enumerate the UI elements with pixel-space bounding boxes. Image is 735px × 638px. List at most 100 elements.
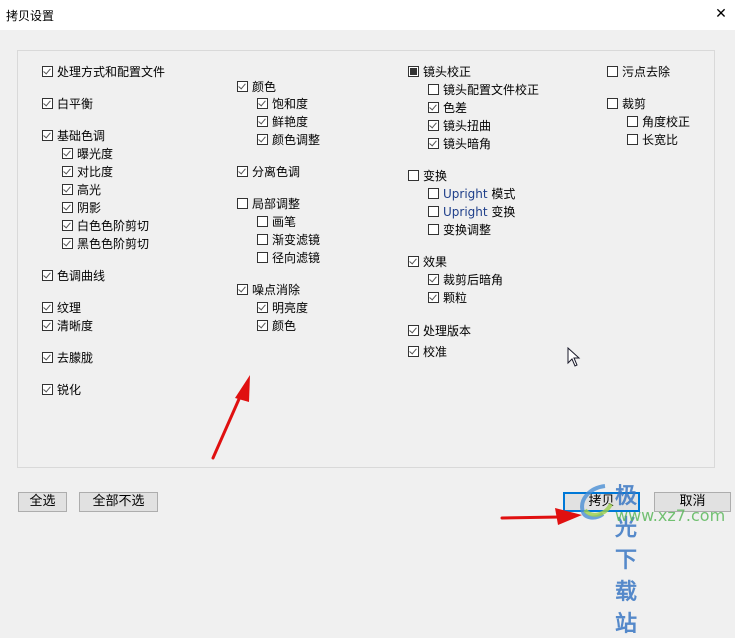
checkbox-checked-icon[interactable] (62, 183, 73, 195)
option-checkbox[interactable]: 分离色调 (237, 163, 300, 179)
checkbox-checked-icon[interactable] (42, 383, 53, 395)
option-checkbox[interactable]: 径向滤镜 (257, 249, 320, 265)
checkbox-unchecked-icon[interactable] (257, 233, 268, 245)
checkbox-unchecked-icon[interactable] (607, 65, 618, 77)
option-label: 校准 (423, 344, 448, 359)
option-checkbox[interactable]: 变换调整 (428, 221, 491, 237)
checkbox-checked-icon[interactable] (237, 80, 248, 92)
checkbox-unchecked-icon[interactable] (627, 115, 638, 127)
option-checkbox[interactable]: 白色色阶剪切 (62, 217, 149, 233)
checkbox-checked-icon[interactable] (257, 115, 268, 127)
option-checkbox[interactable]: 镜头校正 (408, 63, 471, 79)
checkbox-checked-icon[interactable] (62, 201, 73, 213)
option-checkbox[interactable]: Upright 模式 (428, 185, 515, 201)
checkbox-unchecked-icon[interactable] (627, 133, 638, 145)
checkbox-checked-icon[interactable] (257, 301, 268, 313)
checkbox-checked-icon[interactable] (237, 283, 248, 295)
checkbox-checked-icon[interactable] (42, 351, 53, 363)
option-checkbox[interactable]: 画笔 (257, 213, 296, 229)
select-all-button[interactable]: 全选 (18, 492, 67, 512)
option-checkbox[interactable]: 颗粒 (428, 289, 467, 305)
option-checkbox[interactable]: 去朦胧 (42, 349, 93, 365)
checkbox-checked-icon[interactable] (257, 133, 268, 145)
checkbox-checked-icon[interactable] (408, 324, 419, 336)
option-label: 效果 (423, 254, 448, 269)
option-checkbox[interactable]: 角度校正 (627, 113, 690, 129)
option-checkbox[interactable]: 锐化 (42, 381, 81, 397)
option-label: 镜头校正 (423, 64, 472, 79)
close-icon[interactable]: ✕ (713, 5, 729, 23)
checkbox-unchecked-icon[interactable] (257, 251, 268, 263)
option-checkbox[interactable]: 效果 (408, 253, 447, 269)
option-checkbox[interactable]: 校准 (408, 343, 447, 359)
option-checkbox[interactable]: 处理方式和配置文件 (42, 63, 165, 79)
option-checkbox[interactable]: 曝光度 (62, 145, 113, 161)
checkbox-checked-icon[interactable] (408, 345, 419, 357)
checkbox-checked-icon[interactable] (257, 319, 268, 331)
option-checkbox[interactable]: 镜头配置文件校正 (428, 81, 539, 97)
option-checkbox[interactable]: 阴影 (62, 199, 101, 215)
option-checkbox[interactable]: Upright 变换 (428, 203, 515, 219)
checkbox-checked-icon[interactable] (42, 319, 53, 331)
option-label: 分离色调 (252, 164, 301, 179)
option-checkbox[interactable]: 变换 (408, 167, 447, 183)
option-checkbox[interactable]: 饱和度 (257, 95, 308, 111)
option-checkbox[interactable]: 噪点消除 (237, 281, 300, 297)
option-checkbox[interactable]: 污点去除 (607, 63, 670, 79)
option-checkbox[interactable]: 裁剪 (607, 95, 646, 111)
checkbox-checked-icon[interactable] (428, 273, 439, 285)
checkbox-checked-icon[interactable] (237, 165, 248, 177)
checkbox-checked-icon[interactable] (428, 101, 439, 113)
checkbox-checked-icon[interactable] (428, 291, 439, 303)
checkbox-checked-icon[interactable] (408, 255, 419, 267)
checkbox-checked-icon[interactable] (428, 137, 439, 149)
option-checkbox[interactable]: 色差 (428, 99, 467, 115)
checkbox-unchecked-icon[interactable] (237, 197, 248, 209)
option-checkbox[interactable]: 处理版本 (408, 322, 471, 338)
checkbox-unchecked-icon[interactable] (607, 97, 618, 109)
option-checkbox[interactable]: 局部调整 (237, 195, 300, 211)
checkbox-unchecked-icon[interactable] (257, 215, 268, 227)
option-checkbox[interactable]: 黑色色阶剪切 (62, 235, 149, 251)
option-label: 处理版本 (423, 323, 472, 338)
select-none-button[interactable]: 全部不选 (79, 492, 158, 512)
option-checkbox[interactable]: 镜头扭曲 (428, 117, 491, 133)
option-checkbox[interactable]: 基础色调 (42, 127, 105, 143)
option-checkbox[interactable]: 鲜艳度 (257, 113, 308, 129)
checkbox-checked-icon[interactable] (428, 119, 439, 131)
checkbox-indeterminate-icon[interactable] (408, 65, 419, 77)
checkbox-unchecked-icon[interactable] (428, 205, 439, 217)
option-label: 镜头暗角 (443, 136, 492, 151)
cancel-button[interactable]: 取消 (654, 492, 731, 512)
option-label: Upright 变换 (443, 204, 516, 219)
checkbox-unchecked-icon[interactable] (428, 223, 439, 235)
checkbox-unchecked-icon[interactable] (428, 83, 439, 95)
option-label-en: Upright (443, 186, 488, 201)
option-checkbox[interactable]: 高光 (62, 181, 101, 197)
checkbox-checked-icon[interactable] (257, 97, 268, 109)
option-checkbox[interactable]: 清晰度 (42, 317, 93, 333)
checkbox-checked-icon[interactable] (42, 301, 53, 313)
checkbox-checked-icon[interactable] (62, 147, 73, 159)
option-checkbox[interactable]: 长宽比 (627, 131, 678, 147)
option-checkbox[interactable]: 颜色 (237, 78, 276, 94)
option-checkbox[interactable]: 色调曲线 (42, 267, 105, 283)
option-checkbox[interactable]: 颜色调整 (257, 131, 320, 147)
option-checkbox[interactable]: 镜头暗角 (428, 135, 491, 151)
checkbox-checked-icon[interactable] (62, 219, 73, 231)
checkbox-checked-icon[interactable] (62, 165, 73, 177)
checkbox-unchecked-icon[interactable] (428, 187, 439, 199)
option-checkbox[interactable]: 白平衡 (42, 95, 93, 111)
option-checkbox[interactable]: 明亮度 (257, 299, 308, 315)
checkbox-unchecked-icon[interactable] (408, 169, 419, 181)
checkbox-checked-icon[interactable] (62, 237, 73, 249)
option-checkbox[interactable]: 裁剪后暗角 (428, 271, 503, 287)
checkbox-checked-icon[interactable] (42, 269, 53, 281)
checkbox-checked-icon[interactable] (42, 97, 53, 109)
checkbox-checked-icon[interactable] (42, 65, 53, 77)
option-checkbox[interactable]: 渐变滤镜 (257, 231, 320, 247)
option-checkbox[interactable]: 颜色 (257, 317, 296, 333)
checkbox-checked-icon[interactable] (42, 129, 53, 141)
option-checkbox[interactable]: 纹理 (42, 299, 81, 315)
option-checkbox[interactable]: 对比度 (62, 163, 113, 179)
